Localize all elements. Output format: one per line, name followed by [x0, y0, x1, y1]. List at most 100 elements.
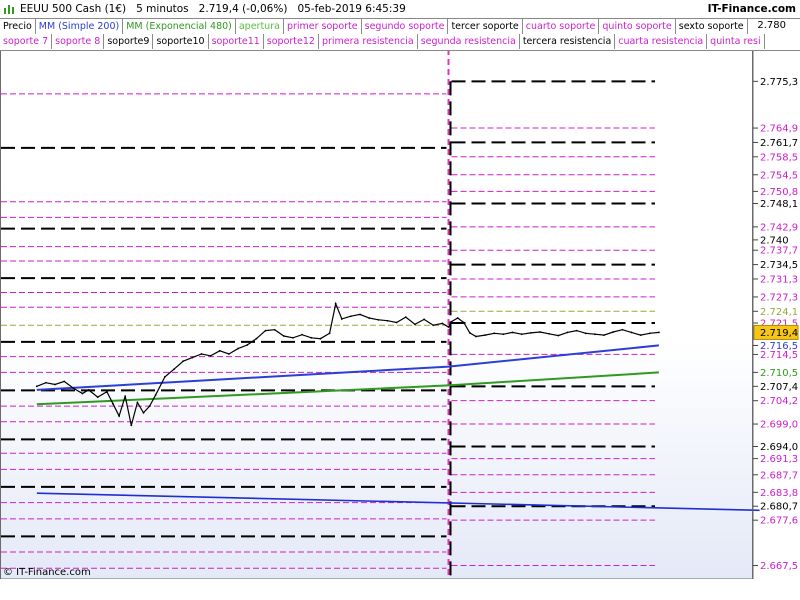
y-tick-label-7: 2.742,9 — [760, 222, 798, 233]
legend-item-9[interactable]: sexto soporte — [676, 19, 748, 34]
price-point-51 — [456, 317, 459, 319]
price-point-67 — [594, 333, 596, 336]
y-tick-label-22: 2.691,3 — [760, 454, 798, 465]
price-point-12 — [130, 424, 133, 427]
price-point-62 — [548, 332, 551, 335]
legend-item-5[interactable]: segundo soporte — [362, 19, 449, 34]
price-point-21 — [200, 353, 203, 355]
series-line-1 — [36, 371, 659, 406]
plot-border — [0, 48, 753, 580]
legend-item-3[interactable]: apertura — [236, 19, 284, 34]
price-point-13 — [136, 401, 139, 404]
legend-item-row2-0[interactable]: soporte 7 — [0, 34, 53, 49]
price-point-49 — [447, 326, 450, 328]
y-tick-label-3: 2.758,5 — [760, 152, 798, 163]
price-point-55 — [484, 334, 486, 337]
price-point-43 — [395, 321, 398, 324]
y-tick-label-2: 2.761,7 — [760, 138, 798, 149]
legend-item-row2-1[interactable]: soporte 8 — [52, 34, 105, 49]
price-point-39 — [359, 313, 361, 316]
y-tick-label-20: 2.699,0 — [760, 420, 798, 431]
price-point-40 — [368, 317, 371, 319]
legend-item-row2-7[interactable]: segunda resistencia — [418, 34, 520, 49]
price-point-63 — [557, 334, 560, 337]
x-axis-strip — [0, 579, 800, 600]
price-point-65 — [575, 329, 578, 332]
price-point-57 — [502, 333, 505, 336]
price-point-1 — [45, 381, 47, 384]
current-price-label: 2.719,4 — [760, 328, 798, 339]
y-tick-label-13: 2.724,1 — [760, 307, 798, 318]
legend-item-row2-6[interactable]: primera resistencia — [319, 34, 418, 49]
legend-item-0[interactable]: Precio — [0, 19, 36, 34]
price-chart[interactable]: 2.775,3 2.764,9 2.761,7 2.758,5 2.754,5 2.750… — [0, 0, 800, 600]
legend-item-1[interactable]: MM (Simple 200) — [36, 19, 124, 34]
price-point-15 — [148, 405, 151, 407]
indicator-legend-row-2: soporte 7 soporte 8 soporte9 soporte10 sopor… — [0, 34, 800, 51]
price-point-26 — [246, 344, 249, 346]
price-point-38 — [350, 315, 352, 318]
price-point-7 — [96, 396, 99, 398]
price-point-69 — [612, 331, 615, 333]
price-point-27 — [255, 337, 258, 340]
legend-item-7[interactable]: cuarto soporte — [523, 19, 600, 34]
legend-item-row2-8[interactable]: tercera resistencia — [520, 34, 616, 49]
legend-item-row2-5[interactable]: soporte12 — [264, 34, 319, 49]
price-point-60 — [529, 331, 532, 334]
title-bar: EEUU 500 Cash (1€) 5 minutos 2.719,4 (-0… — [0, 1, 800, 17]
price-point-74 — [658, 331, 660, 334]
legend-item-row2-4[interactable]: soporte11 — [209, 34, 264, 49]
price-point-54 — [475, 335, 477, 338]
legend-item-row2-2[interactable]: soporte9 — [104, 34, 154, 49]
price-point-6 — [87, 389, 90, 391]
y-tick-label-18: 2.707,4 — [760, 382, 798, 393]
price-point-61 — [539, 331, 541, 333]
instrument-name: EEUU 500 Cash (1€) — [20, 3, 127, 15]
price-point-25 — [237, 347, 239, 350]
price-point-52 — [462, 321, 465, 324]
price-point-11 — [124, 395, 127, 398]
legend-item-6[interactable]: tercer soporte — [448, 19, 523, 34]
price-point-47 — [432, 324, 435, 327]
y-tick-label-25: 2.680,7 — [760, 502, 798, 513]
timeframe-label: 5 minutos — [136, 3, 189, 15]
legend-item-row2-9[interactable]: cuarta resistencia — [615, 34, 708, 49]
top-price-label: 2.780 — [757, 20, 786, 31]
price-point-64 — [566, 331, 569, 334]
y-tick-label-21: 2.694,0 — [760, 442, 798, 453]
price-point-19 — [182, 360, 185, 363]
price-point-4 — [72, 387, 75, 390]
price-point-30 — [282, 335, 285, 337]
price-point-73 — [648, 332, 651, 335]
price-point-72 — [639, 334, 642, 337]
price-point-18 — [173, 368, 175, 371]
price-point-10 — [118, 415, 120, 417]
price-point-0 — [35, 385, 38, 388]
legend-item-8[interactable]: quinto soporte — [599, 19, 676, 34]
price-line — [36, 301, 659, 426]
timestamp: 05-feb-2019 6:45:39 — [297, 3, 406, 15]
price-point-23 — [218, 349, 221, 352]
price-point-66 — [584, 332, 587, 335]
y-tick-label-10: 2.734,5 — [760, 260, 798, 271]
y-tick-label-24: 2.683,8 — [760, 488, 798, 499]
series-line-0 — [36, 344, 660, 391]
last-price-change: 2.719,4 (-0,06%) — [198, 3, 288, 15]
y-tick-label-9: 2.737,7 — [760, 246, 798, 257]
price-point-8 — [106, 390, 108, 393]
price-point-24 — [228, 353, 230, 355]
price-point-34 — [319, 337, 322, 340]
legend-item-row2-10[interactable]: quinta resi — [707, 34, 765, 49]
price-point-46 — [423, 318, 425, 321]
legend-item-row2-3[interactable]: soporte10 — [153, 34, 209, 49]
price-point-28 — [264, 329, 267, 332]
y-tick-label-6: 2.748,1 — [760, 199, 798, 210]
legend-item-4[interactable]: primer soporte — [284, 19, 362, 34]
price-point-71 — [630, 331, 633, 334]
legend-item-2[interactable]: MM (Exponencial 480) — [123, 19, 236, 34]
price-point-50 — [450, 320, 453, 323]
price-point-68 — [603, 334, 605, 337]
y-tick-label-27: 2.667,5 — [760, 561, 798, 572]
y-tick-label-23: 2.687,7 — [760, 470, 798, 481]
chart-title: EEUU 500 Cash (1€) 5 minutos 2.719,4 (-0… — [20, 1, 406, 17]
